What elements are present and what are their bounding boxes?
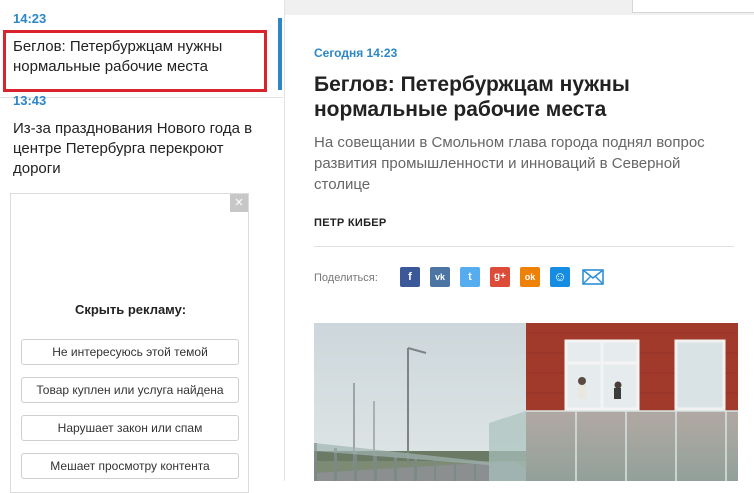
article-title: Беглов: Петербуржцам нужны нормальные ра… bbox=[314, 73, 630, 121]
article-photo bbox=[314, 323, 738, 481]
news-item-time: 14:23 bbox=[13, 11, 47, 26]
email-icon[interactable] bbox=[582, 267, 604, 287]
twitter-icon[interactable]: t bbox=[460, 267, 480, 287]
facebook-icon[interactable]: f bbox=[400, 267, 420, 287]
vk-icon[interactable]: vk bbox=[430, 267, 450, 287]
active-item-indicator bbox=[278, 18, 282, 90]
ad-option-button[interactable]: Нарушает закон или спам bbox=[21, 415, 239, 441]
article-lead: На совещании в Смольном глава города под… bbox=[314, 134, 705, 193]
ad-option-button[interactable]: Мешает просмотру контента bbox=[21, 453, 239, 479]
ad-option-button[interactable]: Товар куплен или услуга найдена bbox=[21, 377, 239, 403]
ad-hide-heading: Скрыть рекламу: bbox=[74, 302, 187, 317]
google-plus-icon[interactable]: g+ bbox=[490, 267, 510, 287]
article-author[interactable]: ПЕТР КИБЕР bbox=[314, 217, 387, 229]
odnoklassniki-icon[interactable]: ok bbox=[520, 267, 540, 287]
news-item-time: 13:43 bbox=[13, 93, 47, 108]
selected-item-highlight bbox=[3, 30, 267, 92]
article-date: Сегодня 14:23 bbox=[314, 46, 398, 60]
close-icon[interactable]: × bbox=[230, 194, 248, 212]
article-divider bbox=[314, 246, 734, 247]
moimir-icon[interactable]: ☺ bbox=[550, 267, 570, 287]
news-item-title[interactable]: Из-за празднования Нового года в центре … bbox=[13, 119, 263, 179]
ad-option-button[interactable]: Не интересуюсь этой темой bbox=[21, 339, 239, 365]
share-label: Поделиться: bbox=[314, 272, 378, 284]
top-popup-fragment bbox=[632, 0, 754, 13]
ad-block: × Скрыть рекламу: Не интересуюсь этой те… bbox=[10, 193, 249, 493]
news-feed: 14:23 Беглов: Петербуржцам нужны нормаль… bbox=[0, 0, 285, 493]
